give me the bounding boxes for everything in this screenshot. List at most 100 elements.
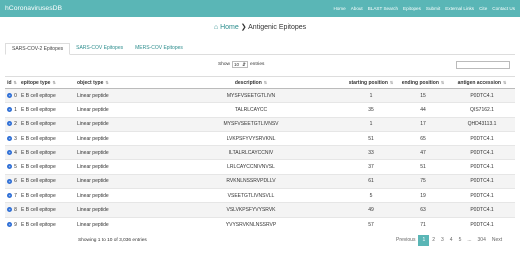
cell-antigen-accession: P0DTC4.1 [449,87,515,103]
cell-epitope-type-value: E B cell epitope [21,106,56,113]
col-object-type[interactable]: object type ⇅ [75,76,157,89]
nav-blast-search[interactable]: BLAST Search [368,6,398,11]
entries-select[interactable]: 10 ⇵ [232,61,248,68]
home-icon[interactable]: ⌂ [214,24,218,31]
expand-row-icon[interactable]: + [7,178,13,184]
col-description-label: description [234,79,262,86]
cell-epitope-type: E B cell epitope [19,188,75,203]
pagination-page-2[interactable]: 2 [429,235,438,246]
table-row[interactable]: +8 E B cell epitope Linear peptide VSLVKPSF… [5,202,515,218]
cell-id-value: 8 [14,207,17,214]
table-row[interactable]: +6 E B cell epitope Linear peptide RVKNLNSS… [5,173,515,189]
expand-row-icon[interactable]: + [7,107,13,113]
cell-epitope-type: E B cell epitope [19,202,75,218]
cell-id: +5 [5,159,19,175]
cell-id-value: 6 [14,178,17,185]
cell-starting-position: 1 [345,116,397,132]
breadcrumb: ⌂ Home ❯ Antigenic Epitopes [0,23,520,31]
cell-antigen-accession: QIS7162.1 [449,102,515,118]
nav-external-links[interactable]: External Links [445,6,474,11]
cell-starting-position-value: 51 [368,135,374,142]
col-epitope-type-label: epitope type [21,79,51,86]
cell-description: LVKPSFYVYSRVKNL [157,130,345,146]
table-row[interactable]: +3 E B cell epitope Linear peptide LVKPSFYV… [5,130,515,146]
cell-ending-position-value: 44 [420,106,426,113]
cell-starting-position: 1 [345,87,397,103]
cell-starting-position: 37 [345,159,397,175]
col-ending-position[interactable]: ending position ⇅ [397,76,449,89]
table-header-row: id ⇅ epitope type ⇅ object type ⇅ descripti… [5,76,515,89]
expand-row-icon[interactable]: + [7,150,13,155]
nav-about[interactable]: About [351,6,363,11]
table-row[interactable]: +0 E B cell epitope Linear peptide MYSFVSEE… [5,87,515,103]
cell-id-value: 4 [14,149,17,156]
cell-description-value: MYSFVSEETGTLIVNSV [223,121,279,128]
pagination-page-1[interactable]: 1 [418,235,430,246]
tab-mers-cov[interactable]: MERS-COV Epitopes [129,43,189,55]
tab-sars-cov-2[interactable]: SARS-COV-2 Epitopes [5,43,71,55]
col-ending-position-label: ending position [401,79,439,86]
expand-row-icon[interactable]: + [7,135,13,141]
expand-row-icon[interactable]: + [7,164,13,170]
cell-antigen-accession-value: P0DTC4.1 [470,207,494,214]
table-row[interactable]: +7 E B cell epitope Linear peptide VSEETGTL… [5,188,515,203]
cell-epitope-type: E B cell epitope [19,116,75,132]
cell-object-type-value: Linear peptide [77,178,109,185]
site-brand[interactable]: hCoronavirusesDB [5,5,62,12]
cell-starting-position: 35 [345,102,397,118]
search-input[interactable] [456,61,510,69]
cell-object-type-value: Linear peptide [77,192,109,199]
cell-ending-position-value: 75 [420,178,426,185]
pagination-page-5[interactable]: 5 [456,235,465,246]
nav-epitopes[interactable]: Epitopes [403,6,421,11]
cell-description-value: TALRLCAYCC [234,106,268,113]
nav-cite[interactable]: Cite [479,6,487,11]
pagination-page-304[interactable]: 304 [475,235,489,246]
cell-antigen-accession: P0DTC4.1 [449,173,515,189]
table-row[interactable]: +5 E B cell epitope Linear peptide LRLCAYCC… [5,159,515,175]
tab-sars-cov[interactable]: SARS-COV Epitopes [70,43,129,55]
cell-description-value: ILTALRLCAYCCNIV [228,149,274,156]
cell-id: +4 [5,145,19,160]
col-antigen-accession[interactable]: antigen accession ⇅ [449,76,515,89]
expand-row-icon[interactable]: + [7,92,13,98]
cell-object-type-value: Linear peptide [77,92,109,99]
cell-id: +9 [5,216,19,232]
breadcrumb-home[interactable]: Home [220,24,239,31]
nav-home[interactable]: Home [333,6,345,11]
cell-ending-position-value: 65 [420,135,426,142]
expand-row-icon[interactable]: + [7,221,13,227]
cell-description: MYSFVSEETGTLIVNSV [157,116,345,132]
col-starting-position[interactable]: starting position ⇅ [345,76,397,89]
nav-submit[interactable]: Submit [426,6,440,11]
cell-description: MYSFVSEETGTLIVN [157,87,345,103]
cell-ending-position: 71 [397,216,449,232]
cell-object-type: Linear peptide [75,173,157,189]
cell-antigen-accession: QHD43113.1 [449,116,515,132]
col-epitope-type[interactable]: epitope type ⇅ [19,76,75,89]
table-body: +0 E B cell epitope Linear peptide MYSFVSEE… [5,87,515,232]
col-id[interactable]: id ⇅ [5,76,19,89]
pagination-previous[interactable]: Previous [393,235,418,246]
table-row[interactable]: +1 E B cell epitope Linear peptide TALRLCAY… [5,102,515,118]
pagination-next[interactable]: Next [489,235,505,246]
col-description[interactable]: description ⇅ [157,76,345,89]
cell-object-type: Linear peptide [75,130,157,146]
nav-contact-us[interactable]: Contact Us [492,6,515,11]
expand-row-icon[interactable]: + [7,192,13,198]
cell-ending-position-value: 15 [420,92,426,99]
pagination-page-4[interactable]: 4 [447,235,456,246]
table-row[interactable]: +4 E B cell epitope Linear peptide ILTALRLC… [5,145,515,160]
expand-row-icon[interactable]: + [7,121,13,127]
cell-antigen-accession: P0DTC4.1 [449,188,515,203]
table-row[interactable]: +9 E B cell epitope Linear peptide YVYSRVKN… [5,216,515,232]
cell-object-type-value: Linear peptide [77,149,109,156]
cell-description-value: RVKNLNSSRVPDLLV [226,178,276,185]
expand-row-icon[interactable]: + [7,207,13,213]
cell-epitope-type-value: E B cell epitope [21,207,56,214]
cell-ending-position: 19 [397,188,449,203]
table-row[interactable]: +2 E B cell epitope Linear peptide MYSFVSEE… [5,116,515,132]
cell-object-type: Linear peptide [75,145,157,160]
cell-ending-position-value: 71 [420,221,426,228]
pagination-page-3[interactable]: 3 [438,235,447,246]
